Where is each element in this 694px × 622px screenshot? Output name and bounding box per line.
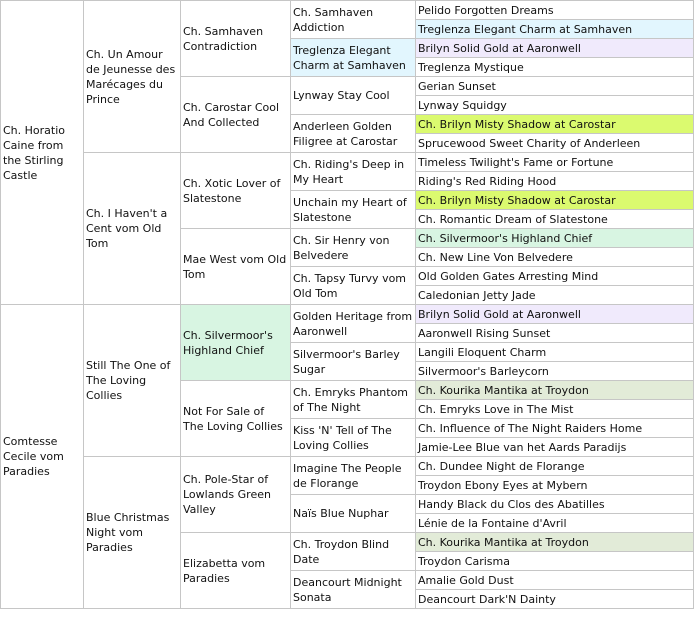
ancestor-cell-gen3[interactable]: Ch. Samhaven Contradiction	[180, 0, 291, 77]
ancestor-cell-gen4[interactable]: Treglenza Elegant Charm at Samhaven	[290, 38, 416, 77]
ancestor-cell-gen5[interactable]: Ch. Brilyn Misty Shadow at Carostar	[415, 114, 694, 134]
ancestor-cell-gen5[interactable]: Silvermoor's Barleycorn	[415, 361, 694, 381]
ancestor-cell-gen3[interactable]: Elizabetta vom Paradies	[180, 532, 291, 609]
ancestor-cell-gen5[interactable]: Treglenza Mystique	[415, 57, 694, 77]
ancestor-cell-gen5[interactable]: Ch. Romantic Dream of Slatestone	[415, 209, 694, 229]
ancestor-cell-gen5[interactable]: Pelido Forgotten Dreams	[415, 0, 694, 20]
ancestor-cell-gen5[interactable]: Ch. Emryks Love in The Mist	[415, 399, 694, 419]
ancestor-cell-gen1[interactable]: Ch. Horatio Caine from the Stirling Cast…	[0, 0, 84, 305]
ancestor-cell-gen4[interactable]: Kiss 'N' Tell of The Loving Collies	[290, 418, 416, 457]
ancestor-cell-gen4[interactable]: Imagine The People de Florange	[290, 456, 416, 495]
ancestor-cell-gen5[interactable]: Amalie Gold Dust	[415, 570, 694, 590]
ancestor-cell-gen3[interactable]: Ch. Pole-Star of Lowlands Green Valley	[180, 456, 291, 533]
ancestor-cell-gen5[interactable]: Old Golden Gates Arresting Mind	[415, 266, 694, 286]
ancestor-cell-gen5[interactable]: Brilyn Solid Gold at Aaronwell	[415, 304, 694, 324]
ancestor-cell-gen5[interactable]: Troydon Ebony Eyes at Mybern	[415, 475, 694, 495]
ancestor-cell-gen2[interactable]: Blue Christmas Night vom Paradies	[83, 456, 181, 609]
pedigree-table: Ch. Horatio Caine from the Stirling Cast…	[0, 0, 694, 609]
ancestor-cell-gen4[interactable]: Naïs Blue Nuphar	[290, 494, 416, 533]
ancestor-cell-gen5[interactable]: Troydon Carisma	[415, 551, 694, 571]
ancestor-cell-gen4[interactable]: Anderleen Golden Filigree at Carostar	[290, 114, 416, 153]
ancestor-cell-gen5[interactable]: Treglenza Elegant Charm at Samhaven	[415, 19, 694, 39]
pedigree-row: Blue Christmas Night vom Paradies Ch. Pol…	[1, 456, 694, 609]
ancestor-cell-gen4[interactable]: Lynway Stay Cool	[290, 76, 416, 115]
ancestor-cell-gen4[interactable]: Silvermoor's Barley Sugar	[290, 342, 416, 381]
ancestor-cell-gen5[interactable]: Lynway Squidgy	[415, 95, 694, 115]
ancestor-cell-gen2[interactable]: Still The One of The Loving Collies	[83, 304, 181, 457]
ancestor-cell-gen4[interactable]: Unchain my Heart of Slatestone	[290, 190, 416, 229]
ancestor-cell-gen5[interactable]: Ch. Kourika Mantika at Troydon	[415, 532, 694, 552]
ancestor-cell-gen5[interactable]: Jamie-Lee Blue van het Aards Paradijs	[415, 437, 694, 457]
ancestor-cell-gen5[interactable]: Sprucewood Sweet Charity of Anderleen	[415, 133, 694, 153]
ancestor-cell-gen5[interactable]: Ch. New Line Von Belvedere	[415, 247, 694, 267]
ancestor-cell-gen3[interactable]: Not For Sale of The Loving Collies	[180, 380, 291, 457]
pedigree-row: Ch. Horatio Caine from the Stirling Cast…	[0, 0, 694, 305]
pedigree-body: Ch. Horatio Caine from the Stirling Cast…	[0, 0, 694, 609]
ancestor-cell-gen5[interactable]: Caledonian Jetty Jade	[415, 285, 694, 305]
ancestor-cell-gen5[interactable]: Ch. Influence of The Night Raiders Home	[415, 418, 694, 438]
ancestor-cell-gen4[interactable]: Deancourt Midnight Sonata	[290, 570, 416, 609]
pedigree-row: Ch. I Haven't a Cent vom Old Tom Ch. Xoti…	[1, 152, 694, 305]
ancestor-cell-gen5[interactable]: Gerian Sunset	[415, 76, 694, 96]
ancestor-cell-gen3[interactable]: Ch. Silvermoor's Highland Chief	[180, 304, 291, 381]
pedigree-row: Comtesse Cecile vom Paradies Still The On…	[0, 304, 694, 609]
ancestor-cell-gen3[interactable]: Ch. Xotic Lover of Slatestone	[180, 152, 291, 229]
ancestor-cell-gen5[interactable]: Handy Black du Clos des Abatilles	[415, 494, 694, 514]
ancestor-cell-gen1[interactable]: Comtesse Cecile vom Paradies	[0, 304, 84, 609]
ancestor-cell-gen5[interactable]: Ch. Kourika Mantika at Troydon	[415, 380, 694, 400]
ancestor-cell-gen5[interactable]: Riding's Red Riding Hood	[415, 171, 694, 191]
ancestor-cell-gen3[interactable]: Ch. Carostar Cool And Collected	[180, 76, 291, 153]
ancestor-cell-gen3[interactable]: Mae West vom Old Tom	[180, 228, 291, 305]
ancestor-cell-gen5[interactable]: Langili Eloquent Charm	[415, 342, 694, 362]
ancestor-cell-gen4[interactable]: Ch. Riding's Deep in My Heart	[290, 152, 416, 191]
ancestor-cell-gen5[interactable]: Ch. Silvermoor's Highland Chief	[415, 228, 694, 248]
ancestor-cell-gen5[interactable]: Brilyn Solid Gold at Aaronwell	[415, 38, 694, 58]
ancestor-cell-gen4[interactable]: Ch. Sir Henry von Belvedere	[290, 228, 416, 267]
ancestor-cell-gen4[interactable]: Golden Heritage from Aaronwell	[290, 304, 416, 343]
ancestor-cell-gen2[interactable]: Ch. Un Amour de Jeunesse des Marécages d…	[83, 0, 181, 153]
ancestor-cell-gen5[interactable]: Deancourt Dark'N Dainty	[415, 589, 694, 609]
ancestor-cell-gen4[interactable]: Ch. Troydon Blind Date	[290, 532, 416, 571]
ancestor-cell-gen5[interactable]: Lénie de la Fontaine d'Avril	[415, 513, 694, 533]
ancestor-cell-gen5[interactable]: Aaronwell Rising Sunset	[415, 323, 694, 343]
ancestor-cell-gen4[interactable]: Ch. Tapsy Turvy vom Old Tom	[290, 266, 416, 305]
ancestor-cell-gen5[interactable]: Timeless Twilight's Fame or Fortune	[415, 152, 694, 172]
ancestor-cell-gen5[interactable]: Ch. Brilyn Misty Shadow at Carostar	[415, 190, 694, 210]
ancestor-cell-gen2[interactable]: Ch. I Haven't a Cent vom Old Tom	[83, 152, 181, 305]
ancestor-cell-gen4[interactable]: Ch. Samhaven Addiction	[290, 0, 416, 39]
ancestor-cell-gen4[interactable]: Ch. Emryks Phantom of The Night	[290, 380, 416, 419]
ancestor-cell-gen5[interactable]: Ch. Dundee Night de Florange	[415, 456, 694, 476]
